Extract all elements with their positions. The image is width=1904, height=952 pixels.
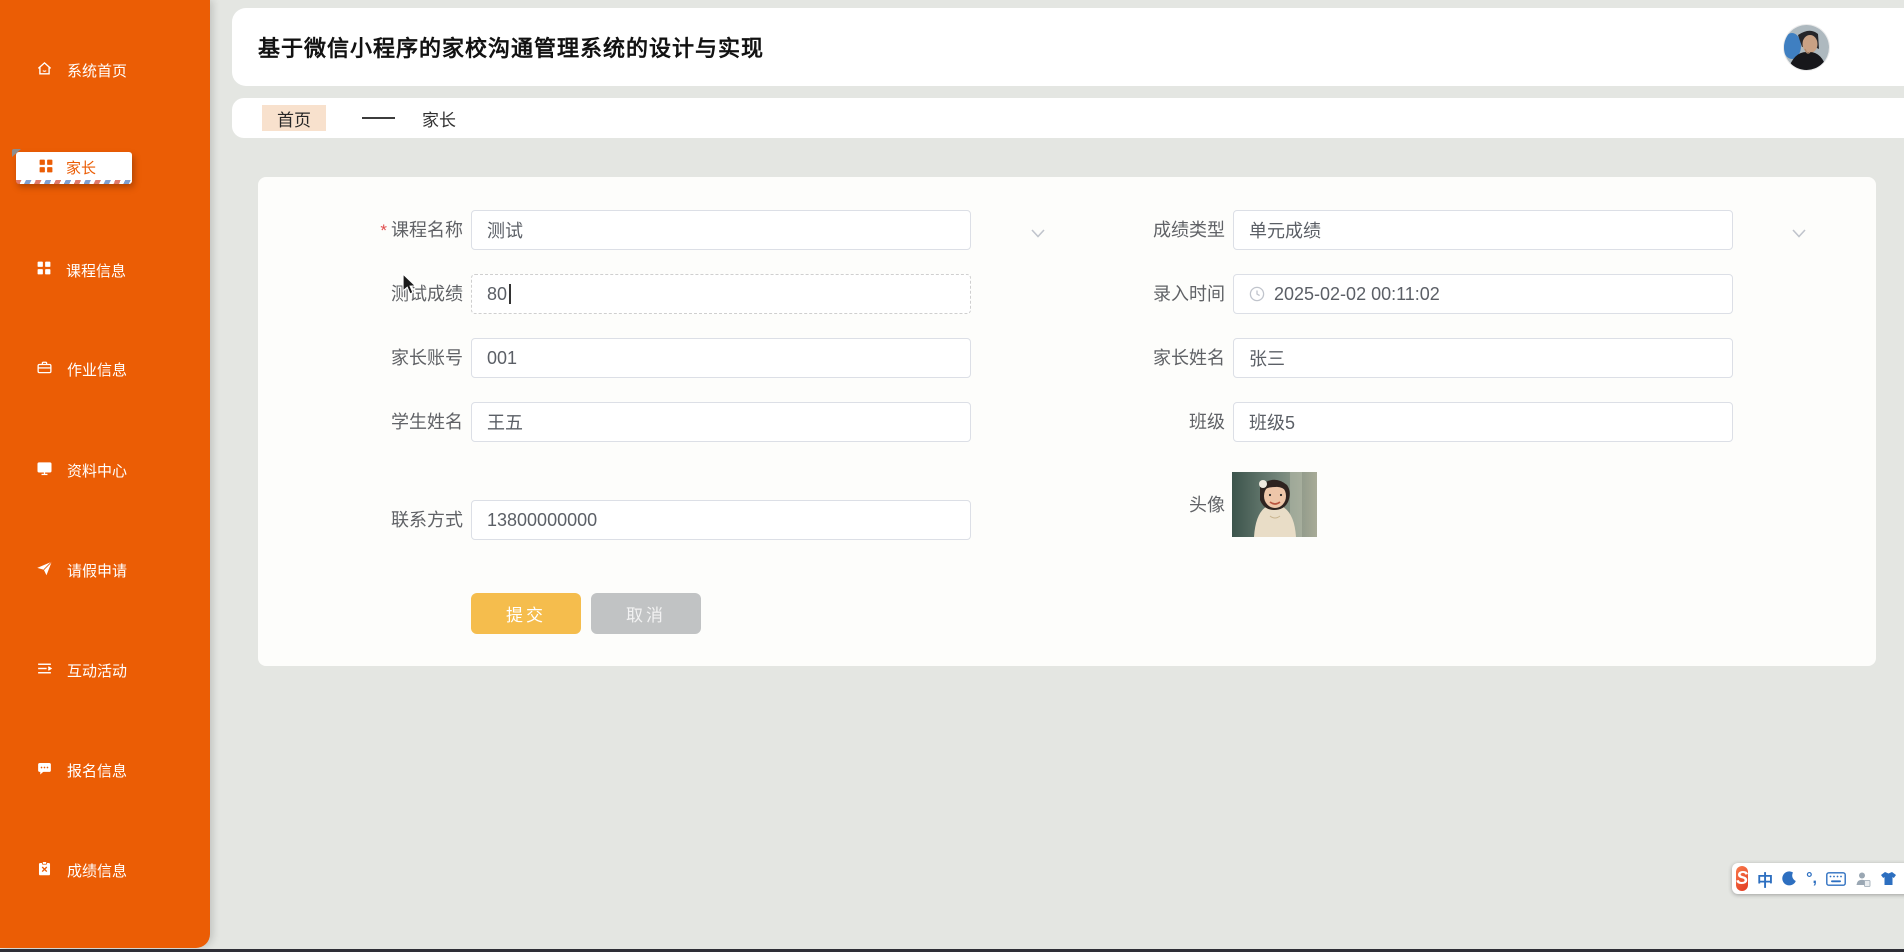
- home-icon: [36, 60, 53, 81]
- sidebar-item-activities[interactable]: 互动活动: [36, 653, 127, 687]
- sidebar-item-parents[interactable]: 家长: [12, 149, 132, 184]
- sidebar-item-label: 资料中心: [67, 462, 128, 480]
- class-input[interactable]: 班级5: [1233, 402, 1733, 442]
- contact-input[interactable]: 13800000000: [471, 500, 971, 540]
- sidebar-item-courses[interactable]: 课程信息: [36, 253, 126, 287]
- sidebar-item-label: 作业信息: [67, 361, 128, 379]
- monitor-icon: [36, 460, 53, 481]
- ime-skin-tshirt-icon[interactable]: [1880, 871, 1897, 886]
- page-title: 基于微信小程序的家校沟通管理系统的设计与实现: [258, 36, 765, 61]
- grid-icon: [36, 260, 52, 280]
- ime-punctuation-icon[interactable]: °,: [1806, 870, 1817, 888]
- mouse-pointer-icon: [402, 272, 419, 302]
- sidebar-item-registration[interactable]: 报名信息: [36, 753, 127, 787]
- ime-account-icon[interactable]: [1855, 871, 1871, 887]
- sidebar-item-label: 成绩信息: [67, 862, 128, 880]
- paper-plane-icon: [36, 560, 53, 581]
- breadcrumb: 首页 —— 家长: [232, 98, 1904, 138]
- entry-time-label: 录入时间: [1153, 284, 1225, 304]
- clipboard-x-icon: [36, 860, 53, 881]
- submit-button[interactable]: 提交: [471, 593, 581, 634]
- sidebar-item-homework[interactable]: 作业信息: [36, 352, 127, 386]
- header: 基于微信小程序的家校沟通管理系统的设计与实现: [232, 8, 1904, 86]
- required-asterisk: *: [380, 221, 387, 240]
- sidebar-item-materials[interactable]: 资料中心: [36, 453, 127, 487]
- sidebar-item-label: 系统首页: [67, 62, 128, 80]
- student-name-label: 学生姓名: [391, 412, 463, 432]
- list-icon: [36, 660, 53, 681]
- ime-keyboard-icon[interactable]: [1826, 871, 1846, 886]
- entry-time-input[interactable]: 2025-02-02 00:11:02: [1233, 274, 1733, 314]
- chat-icon: [36, 760, 53, 781]
- text-caret: [509, 284, 511, 304]
- sidebar-item-label: 报名信息: [67, 762, 128, 780]
- briefcase-icon: [36, 359, 53, 380]
- cancel-button[interactable]: 取消: [591, 593, 701, 634]
- user-avatar[interactable]: [1784, 25, 1829, 70]
- parent-name-input[interactable]: 张三: [1233, 338, 1733, 378]
- score-type-input[interactable]: 单元成绩: [1233, 210, 1733, 250]
- parent-name-label: 家长姓名: [1153, 348, 1225, 368]
- avatar-photo[interactable]: [1232, 472, 1317, 537]
- course-name-input[interactable]: 测试: [471, 210, 971, 250]
- sidebar-item-leave-request[interactable]: 请假申请: [36, 553, 127, 587]
- contact-label: 联系方式: [391, 510, 463, 530]
- course-name-label: * 课程名称: [380, 220, 463, 240]
- score-type-label: 成绩类型: [1153, 220, 1225, 240]
- test-score-label: 测试成绩: [391, 284, 463, 304]
- ime-chinese-mode-icon[interactable]: 中: [1757, 867, 1773, 891]
- ime-fullwidth-moon-icon[interactable]: [1782, 871, 1797, 886]
- grid-icon: [38, 158, 54, 178]
- sidebar-item-label: 家长: [66, 160, 97, 177]
- student-name-input[interactable]: 王五: [471, 402, 971, 442]
- edit-form: * 课程名称 测试 成绩类型 单元成绩 测试成绩 80 录入时间 2025-02…: [258, 177, 1876, 666]
- parent-account-label: 家长账号: [391, 348, 463, 368]
- parent-account-input[interactable]: 001: [471, 338, 971, 378]
- chevron-down-icon[interactable]: [1792, 225, 1806, 238]
- sidebar: 系统首页 家长 课程信息 作业信息 资料中心 请假申请 互动活动 报名信息 成绩…: [0, 0, 210, 948]
- sogou-logo-icon[interactable]: S: [1736, 866, 1749, 891]
- breadcrumb-separator: ——: [362, 117, 395, 119]
- class-label: 班级: [1189, 412, 1225, 432]
- sidebar-item-label: 请假申请: [67, 562, 128, 580]
- breadcrumb-current: 家长: [422, 110, 456, 130]
- sidebar-item-grades[interactable]: 成绩信息: [36, 853, 127, 887]
- test-score-input[interactable]: 80: [471, 274, 971, 314]
- sidebar-item-home[interactable]: 系统首页: [36, 53, 127, 87]
- sidebar-item-label: 互动活动: [67, 662, 128, 680]
- clock-icon: [1249, 286, 1265, 302]
- sidebar-item-label: 课程信息: [66, 262, 127, 280]
- fold-decoration: [12, 149, 21, 157]
- breadcrumb-home[interactable]: 首页: [262, 105, 326, 131]
- avatar-label: 头像: [1189, 495, 1225, 515]
- ime-toolbar: S 中 °,: [1732, 863, 1904, 894]
